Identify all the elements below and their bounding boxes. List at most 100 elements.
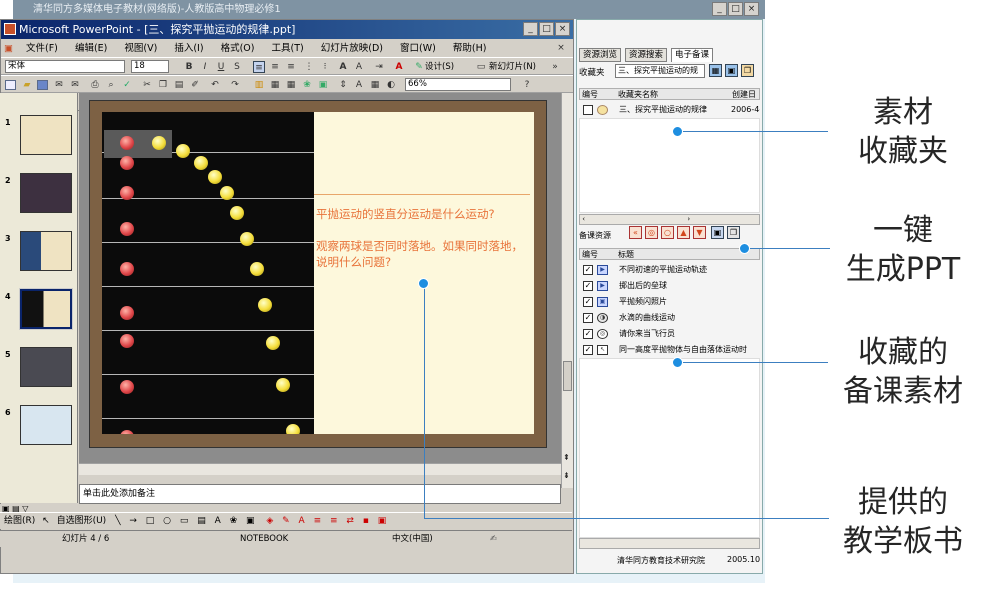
increase-font-icon[interactable]: A [337, 61, 349, 73]
align-left-icon[interactable]: ≡ [253, 61, 265, 73]
slide-thumbnail-6[interactable] [20, 405, 72, 445]
folder-hscroll[interactable]: ‹ › [579, 214, 760, 225]
doc-close-icon[interactable]: × [555, 42, 567, 54]
menu-window[interactable]: 窗口(W) [393, 40, 443, 57]
new-slide-button[interactable]: 新幻灯片(N) [489, 61, 536, 73]
email-icon[interactable]: ✉ [69, 79, 81, 91]
underline-icon[interactable]: U [215, 61, 227, 73]
scroll-thumb[interactable] [563, 361, 572, 391]
folder-select[interactable]: 三、探究平抛运动的规 [615, 64, 705, 78]
shape-tools[interactable]: ╲ → □ ○ ▭ ▤ A ❀ ▣ [115, 516, 257, 526]
bullets-icon[interactable]: ⁝ [319, 61, 331, 73]
permission-icon[interactable]: ✉ [53, 79, 65, 91]
menu-edit[interactable]: 编辑(E) [68, 40, 114, 57]
decrease-font-icon[interactable]: A [353, 61, 365, 73]
insert-clipart-icon[interactable]: ❀ [301, 79, 313, 91]
first-resource-icon[interactable]: « [629, 226, 642, 239]
indent-icon[interactable]: ⇥ [373, 61, 385, 73]
slide-question-1[interactable]: 平抛运动的竖直分运动是什么运动? [316, 206, 532, 222]
redo-icon[interactable]: ↷ [229, 79, 241, 91]
ppt-doc-icon[interactable]: ▣ [1, 40, 16, 57]
print-icon[interactable]: ⎙ [89, 79, 101, 91]
outer-maximize-button[interactable]: □ [728, 2, 743, 16]
menu-format[interactable]: 格式(O) [214, 40, 262, 57]
tab-resource-browse[interactable]: 资源浏览 [579, 48, 622, 62]
draw-menu-button[interactable]: 绘图(R) [4, 516, 35, 526]
row-checkbox[interactable]: ✓ [583, 313, 593, 323]
resource-hscroll[interactable] [579, 538, 760, 549]
ppt-close-button[interactable]: × [555, 22, 570, 36]
resource-row[interactable]: ✓ ▶ 不同初速的平抛运动轨迹 [579, 262, 760, 278]
menu-insert[interactable]: 插入(I) [167, 40, 210, 57]
row-checkbox[interactable]: ✓ [583, 281, 593, 291]
outer-close-button[interactable]: × [744, 2, 759, 16]
undo-icon[interactable]: ↶ [209, 79, 221, 91]
menu-file[interactable]: 文件(F) [19, 40, 65, 57]
menu-tools[interactable]: 工具(T) [265, 40, 311, 57]
save-icon[interactable] [37, 80, 48, 90]
print-preview-icon[interactable]: ⌕ [105, 79, 117, 91]
menu-slideshow[interactable]: 幻灯片放映(D) [314, 40, 390, 57]
tab-electronic-prep[interactable]: 电子备课 [671, 48, 714, 62]
strobe-photo[interactable] [102, 112, 314, 434]
toolbar-options-icon[interactable]: » [549, 61, 561, 73]
resource-row[interactable]: ✓ ◑ 水滴的曲线运动 [579, 310, 760, 326]
menu-view[interactable]: 视图(V) [117, 40, 164, 57]
ppt-restore-button[interactable]: □ [539, 22, 554, 36]
tables-borders-icon[interactable]: ▦ [285, 79, 297, 91]
align-right-icon[interactable]: ≡ [285, 61, 297, 73]
expand-icon[interactable]: ⇕ [337, 79, 349, 91]
slide-thumbnail-3[interactable] [20, 231, 72, 271]
insert-picture-icon[interactable]: ▣ [317, 79, 329, 91]
resource-row[interactable]: ✓ ▶ 掷出后的垒球 [579, 278, 760, 294]
move-up-icon[interactable]: ▲ [677, 226, 690, 239]
paste-icon[interactable]: ▤ [173, 79, 185, 91]
new-slide-icon[interactable]: ▭ [475, 61, 487, 73]
outer-minimize-button[interactable]: _ [712, 2, 727, 16]
zoom-select[interactable]: 66% [405, 78, 511, 91]
generate-ppt-icon[interactable]: ▣ [711, 226, 724, 239]
resource-row[interactable]: ✓ ↖ 同一高度平抛物体与自由落体运动时 [579, 342, 760, 358]
folder-row[interactable]: 三、探究平抛运动的规律 2006-4- [579, 102, 760, 118]
align-center-icon[interactable]: ≡ [269, 61, 281, 73]
font-size-select[interactable]: 18 [131, 60, 169, 73]
ppt-minimize-button[interactable]: _ [523, 22, 538, 36]
spelling-icon[interactable]: ✓ [121, 79, 133, 91]
slide-thumbnail-2[interactable] [20, 173, 72, 213]
copy-icon[interactable]: ❐ [157, 79, 169, 91]
prev-slide-icon[interactable]: ⇞ [563, 453, 570, 462]
insert-chart-icon[interactable]: ▥ [253, 79, 265, 91]
color-tools[interactable]: ◈ ✎ A ≡ ≡ ⇄ ▪ ▣ [266, 516, 389, 526]
tab-resource-search[interactable]: 资源搜索 [625, 48, 668, 62]
select-arrow-icon[interactable]: ↖ [42, 516, 50, 526]
row-checkbox[interactable]: ✓ [583, 329, 593, 339]
slide-thumbnail-4[interactable] [19, 288, 73, 330]
next-slide-icon[interactable]: ⇟ [563, 471, 570, 480]
export-icon[interactable]: ❐ [727, 226, 740, 239]
slide-thumbnail-5[interactable] [20, 347, 72, 387]
move-down-icon[interactable]: ▼ [693, 226, 706, 239]
open-folder-icon[interactable]: ▰ [21, 79, 33, 91]
design-icon[interactable]: ✎ [413, 61, 425, 73]
row-checkbox[interactable] [583, 105, 593, 115]
shadow-icon[interactable]: S [231, 61, 243, 73]
grid-icon[interactable]: ▦ [369, 79, 381, 91]
bold-icon[interactable]: B [183, 61, 195, 73]
slide-thumbnail-1[interactable] [20, 115, 72, 155]
folder-action-icon-3[interactable]: ❐ [741, 64, 754, 77]
autoshape-menu-button[interactable]: 自选图形(U) [57, 516, 107, 526]
font-color-icon[interactable]: A [393, 61, 405, 73]
notes-pane[interactable]: 单击此处添加备注 [79, 484, 561, 504]
slide-vertical-scrollbar[interactable]: ⇞ ⇟ [561, 93, 573, 488]
cut-icon[interactable]: ✂ [141, 79, 153, 91]
folder-action-icon-2[interactable]: ▣ [725, 64, 738, 77]
format-painter-icon[interactable]: ✐ [189, 79, 201, 91]
refresh-resource-icon[interactable]: ○ [661, 226, 674, 239]
new-document-icon[interactable] [5, 80, 16, 90]
row-checkbox[interactable]: ✓ [583, 265, 593, 275]
slide-horizontal-scrollbar[interactable] [79, 463, 561, 475]
prev-resource-icon[interactable]: ◎ [645, 226, 658, 239]
insert-table-icon[interactable]: ▦ [269, 79, 281, 91]
color-grayscale-icon[interactable]: ◐ [385, 79, 397, 91]
show-formatting-icon[interactable]: A [353, 79, 365, 91]
